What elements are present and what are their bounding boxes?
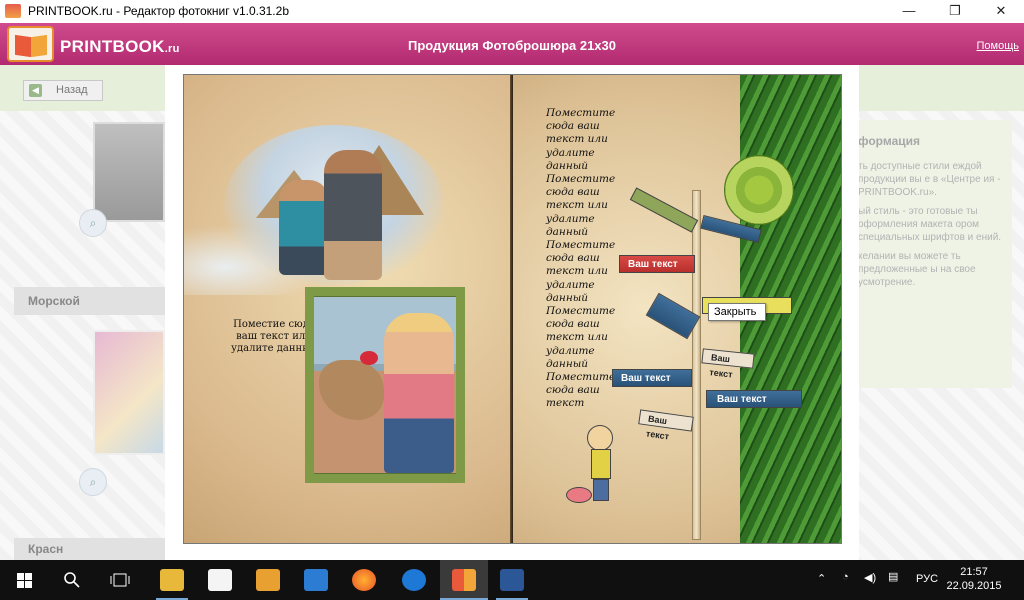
word-icon xyxy=(500,569,524,591)
wifi-icon[interactable]: ◔ xyxy=(842,571,849,583)
info-text: ть доступные стили еждой продукции вы е … xyxy=(858,161,1001,198)
app-icon xyxy=(5,4,21,18)
chevron-up-icon[interactable]: ⌃ xyxy=(817,572,826,585)
photo-person xyxy=(384,313,454,473)
close-tooltip: Закрыть xyxy=(708,303,766,321)
photo-person xyxy=(324,150,382,280)
search-icon xyxy=(64,572,80,588)
info-text: келании вы можете ть предложенные ы на с… xyxy=(858,251,976,288)
clock[interactable]: 21:57 22.09.2015 xyxy=(944,565,1004,593)
zoom-icon[interactable]: ⌕ xyxy=(79,468,107,496)
firefox-icon xyxy=(352,569,376,591)
zoom-icon[interactable]: ⌕ xyxy=(79,209,107,237)
info-panel: формация ть доступные стили еждой продук… xyxy=(858,120,1012,388)
folder-icon xyxy=(160,569,184,591)
task-view-icon xyxy=(110,573,130,587)
media-button[interactable] xyxy=(244,560,292,600)
category-header: Красн xyxy=(14,538,165,560)
minimize-button[interactable]: — xyxy=(886,0,932,23)
window-titlebar: PRINTBOOK.ru - Редактор фотокниг v1.0.31… xyxy=(0,0,1024,23)
search-button[interactable] xyxy=(48,560,96,600)
firefox-button[interactable] xyxy=(340,560,388,600)
word-button[interactable] xyxy=(488,560,536,600)
printbook-icon xyxy=(452,569,476,591)
back-button[interactable]: ◀ Назад xyxy=(23,80,103,101)
help-link[interactable]: Помощь xyxy=(977,40,1020,52)
style-thumbnail[interactable] xyxy=(93,122,165,222)
style-thumbnail[interactable] xyxy=(93,330,165,455)
sign-blue: Ваш текст xyxy=(612,369,692,387)
time-label: 21:57 xyxy=(960,566,988,578)
store-icon xyxy=(208,569,232,591)
back-arrow-icon: ◀ xyxy=(29,84,42,97)
back-button-label: Назад xyxy=(56,84,88,96)
sign-red: Ваш текст xyxy=(619,255,695,273)
hat-decoration xyxy=(724,155,794,225)
volume-icon[interactable]: ◀) xyxy=(864,571,876,584)
printbook-task-button[interactable] xyxy=(440,560,488,600)
language-indicator[interactable]: РУС xyxy=(916,573,938,585)
app-header: PRINTBOOK.ru Продукция Фотоброшюра 21x30… xyxy=(0,23,1024,65)
sign-blue: Ваш текст xyxy=(706,390,802,408)
info-title: формация xyxy=(858,134,920,148)
piggy-bank-icon xyxy=(566,487,592,503)
signpost xyxy=(692,190,701,540)
window-title: PRINTBOOK.ru - Редактор фотокниг v1.0.31… xyxy=(28,4,289,18)
right-text-block: Поместите сюда ваш текст или удалите дан… xyxy=(546,107,616,410)
store-button[interactable] xyxy=(196,560,244,600)
mail-icon xyxy=(304,569,328,591)
date-label: 22.09.2015 xyxy=(946,580,1002,592)
page-title: Продукция Фотоброшюра 21x30 xyxy=(407,38,616,53)
file-explorer-button[interactable] xyxy=(148,560,196,600)
windows-logo-icon xyxy=(17,573,32,588)
info-text: ый стиль - это готовые ты оформления мак… xyxy=(858,206,1002,243)
edge-button[interactable] xyxy=(390,560,438,600)
notification-icon[interactable]: ▤ xyxy=(888,570,898,583)
flower-decoration xyxy=(360,351,378,365)
photo-person xyxy=(279,180,329,275)
edge-icon xyxy=(402,569,426,591)
mail-button[interactable] xyxy=(292,560,340,600)
close-window-button[interactable]: ✕ xyxy=(978,0,1024,23)
left-page: Поместие сюда ваш текст или удалите данн… xyxy=(184,75,511,543)
media-icon xyxy=(256,569,280,591)
category-header: Морской xyxy=(14,287,165,315)
maximize-button[interactable]: ❐ xyxy=(932,0,978,23)
start-button[interactable] xyxy=(0,560,48,600)
task-view-button[interactable] xyxy=(96,560,144,600)
right-toolbar xyxy=(858,65,1024,111)
